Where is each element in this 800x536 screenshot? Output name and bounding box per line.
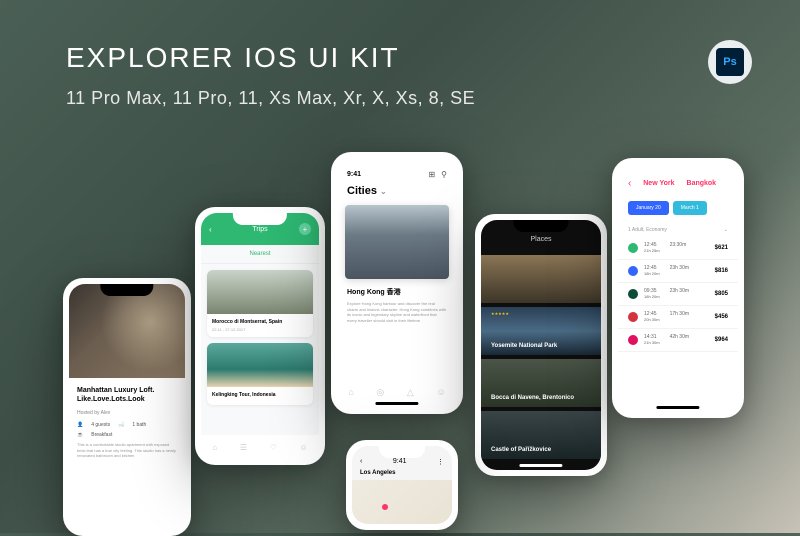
photoshop-icon: Ps [716, 48, 744, 76]
nav-icon[interactable]: ☺ [436, 387, 445, 397]
grid-icon[interactable]: ⊞ [428, 170, 435, 179]
city-name: Hong Kong 香港 [337, 279, 457, 301]
device-list: 11 Pro Max, 11 Pro, 11, Xs Max, Xr, X, X… [66, 88, 475, 109]
menu-icon[interactable]: ⋮ [437, 458, 444, 466]
airline-logo [628, 266, 638, 276]
chevron-down-icon: ⌄ [724, 227, 728, 233]
notch [100, 284, 153, 296]
place-row[interactable] [481, 255, 601, 303]
chevron-down-icon: ⌄ [380, 187, 387, 196]
bottom-nav: ⌂ ◎ △ ☺ [337, 380, 457, 404]
cabin-section[interactable]: 1 Adult, Economy⌄ [618, 219, 738, 237]
notch [369, 158, 424, 170]
flight-price: $805 [715, 291, 728, 297]
place-row[interactable]: ★★★★★Yosemite National Park [481, 307, 601, 355]
breakfast-icon: ☕ [77, 432, 83, 438]
flight-price: $964 [715, 337, 728, 343]
nav-icon[interactable]: ⌂ [348, 387, 353, 397]
origin-city[interactable]: New York [643, 180, 674, 187]
map-location: Los Angeles [352, 470, 452, 476]
guests-icon: 👤 [77, 422, 83, 428]
flight-price: $456 [715, 314, 728, 320]
flight-row[interactable]: 12:4521h 25m23:30m$621 [618, 237, 738, 260]
photoshop-badge: Ps [708, 40, 752, 84]
notch [513, 220, 568, 232]
back-icon[interactable]: ‹ [360, 458, 362, 466]
place-row[interactable]: Castle of Pařížkovice [481, 411, 601, 459]
home-indicator [656, 406, 699, 409]
mockup-places: Places ★★★★★Yosemite National Park Bocca… [475, 214, 607, 476]
nav-icon[interactable]: ☰ [240, 443, 247, 452]
nav-icon[interactable]: ☺ [299, 443, 307, 452]
trip-image [207, 343, 313, 387]
flight-row[interactable]: 12:4520h 30m17h 30m$456 [618, 306, 738, 329]
search-icon[interactable]: ⚲ [441, 170, 447, 179]
breakfast-meta: ☕Breakfast [77, 432, 177, 438]
trip-card[interactable]: Morocco di Montserrat, Spain 22.11 - 27.… [207, 270, 313, 337]
airline-logo [628, 243, 638, 253]
bath-icon: 🛁 [118, 422, 124, 428]
product-title: EXPLORER IOS UI KIT [66, 42, 400, 74]
airline-logo [628, 289, 638, 299]
nav-icon[interactable]: △ [407, 387, 414, 398]
date-chip[interactable]: March 1 [673, 201, 707, 215]
city-desc: Explore Hong Kong harbour and discover t… [337, 301, 457, 323]
rating-stars: ★★★★★ [491, 311, 509, 316]
dest-city[interactable]: Bangkok [687, 180, 717, 187]
add-button[interactable]: + [299, 223, 311, 235]
mockup-cities: 9:41 ⊞ ⚲ Cities ⌄ Hong Kong 香港 Explore Ho… [331, 152, 463, 414]
mockup-map: ‹ 9:41 ⋮ Los Angeles [346, 440, 458, 530]
place-row[interactable]: Bocca di Navene, Brentonico [481, 359, 601, 407]
status-time: 9:41 [347, 171, 361, 178]
flight-price: $816 [715, 268, 728, 274]
flight-row[interactable]: 14:3121h 30m42h 30m$964 [618, 329, 738, 352]
cities-title[interactable]: Cities ⌄ [337, 185, 457, 205]
mockup-trips: ‹ Trips + Nearest Morocco di Montserrat,… [195, 207, 325, 465]
listing-photo [69, 284, 185, 378]
back-icon[interactable]: ‹ [628, 178, 631, 189]
listing-title: Manhattan Luxury Loft. Like.Love.Lots.Lo… [77, 386, 177, 404]
airline-logo [628, 335, 638, 345]
notch [233, 213, 287, 225]
flight-row[interactable]: 12:4518h 20m23h 30m$816 [618, 260, 738, 283]
map-view[interactable] [352, 480, 452, 524]
mockup-flights: ‹ New York Bangkok January 20 March 1 1 … [612, 158, 744, 418]
nav-icon[interactable]: ♡ [270, 443, 277, 452]
back-icon[interactable]: ‹ [209, 225, 212, 234]
nav-icon[interactable]: ◎ [376, 387, 384, 398]
listing-meta: 👤4 guests 🛁1 bath [77, 422, 177, 428]
notch [379, 446, 425, 458]
trip-image [207, 270, 313, 314]
trip-card[interactable]: Kelingking Tour, Indonesia [207, 343, 313, 405]
home-indicator [375, 402, 418, 405]
status-time: 9:41 [393, 458, 407, 466]
map-pin-icon [382, 504, 388, 510]
flight-row[interactable]: 09:3518h 20m23h 30m$805 [618, 283, 738, 306]
flight-price: $621 [715, 245, 728, 251]
tab-nearest[interactable]: Nearest [201, 245, 319, 264]
nav-icon[interactable]: ⌂ [212, 443, 217, 452]
host-label: Hosted by Alex [77, 410, 177, 416]
bottom-nav: ⌂ ☰ ♡ ☺ [201, 435, 319, 459]
airline-logo [628, 312, 638, 322]
listing-desc: This is a comfortable studio apartment w… [77, 442, 177, 459]
city-hero-image[interactable] [345, 205, 449, 279]
mockup-listing: Manhattan Luxury Loft. Like.Love.Lots.Lo… [63, 278, 191, 536]
date-chip[interactable]: January 20 [628, 201, 669, 215]
notch [650, 164, 705, 176]
home-indicator [519, 464, 562, 467]
